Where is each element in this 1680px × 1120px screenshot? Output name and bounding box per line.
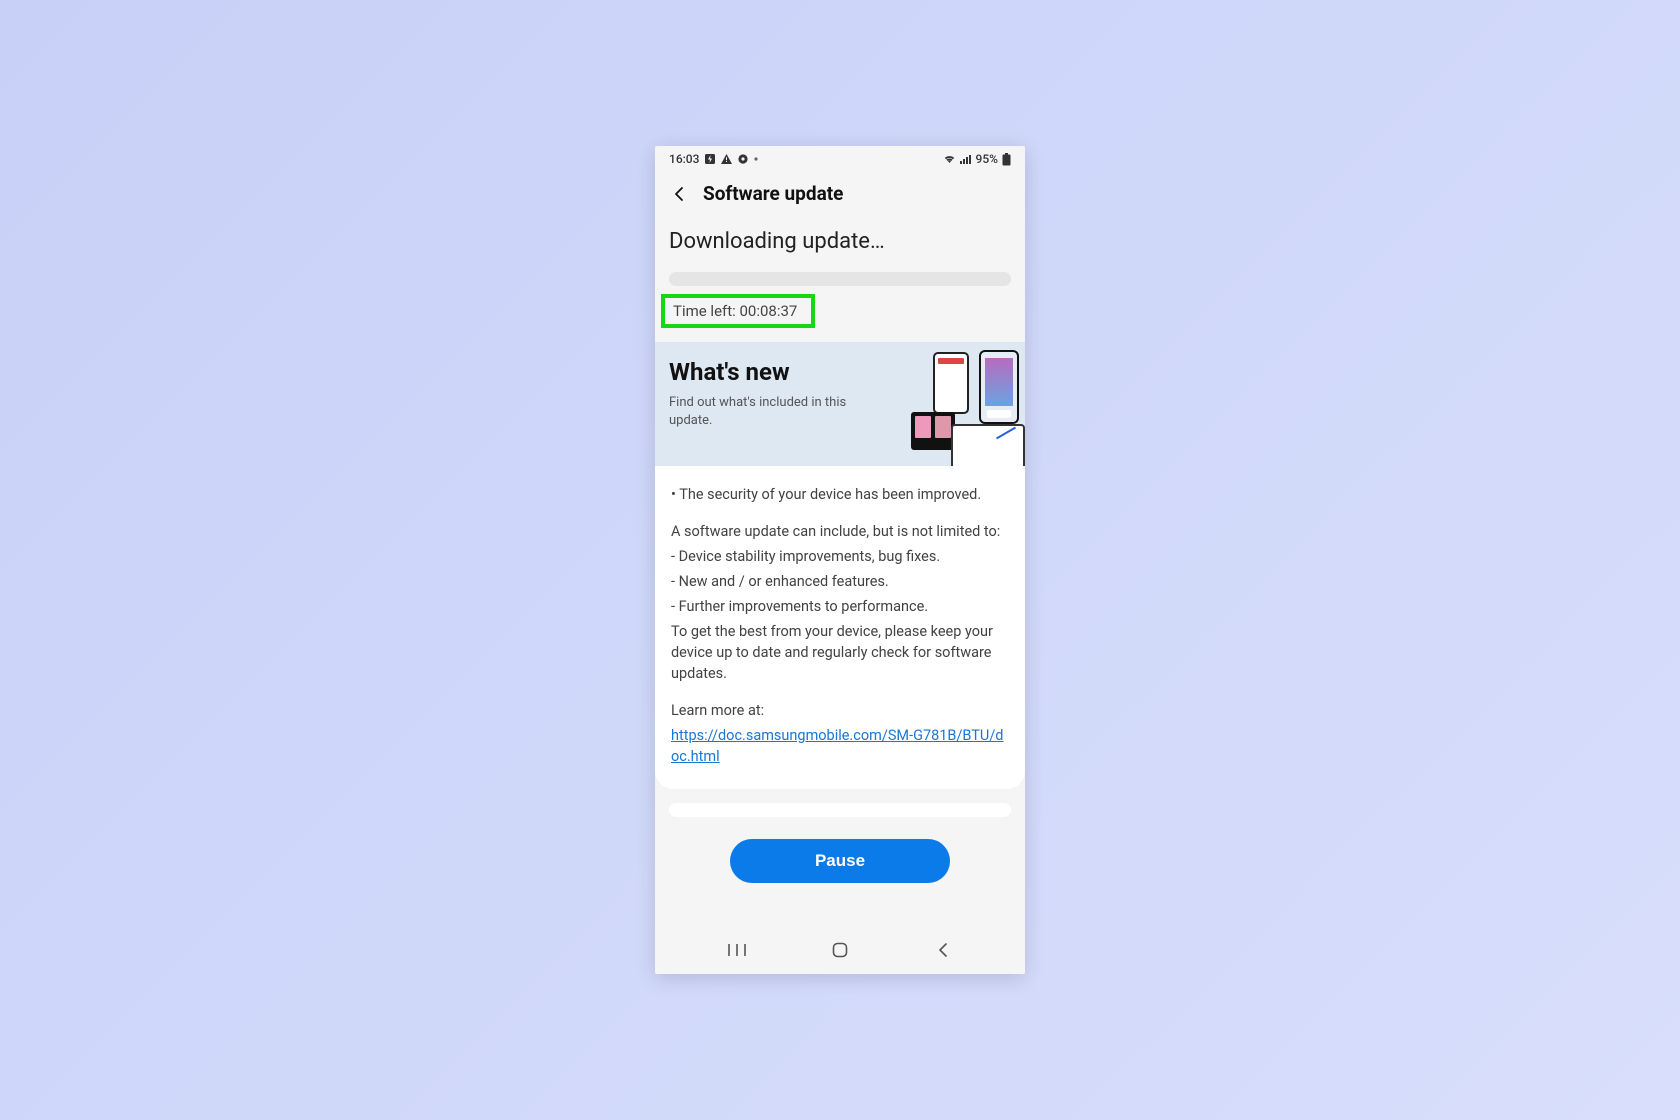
page-title: Software update xyxy=(703,182,843,205)
whats-new-card[interactable]: What's new Find out what's included in t… xyxy=(655,342,1025,466)
phone-frame: 16:03 95% xyxy=(655,146,1025,974)
content-area: Downloading update… Time left: 00:08:37 … xyxy=(655,219,1025,926)
nav-home-button[interactable] xyxy=(829,939,851,961)
download-progress-bar xyxy=(669,272,1011,286)
wifi-icon xyxy=(943,154,956,164)
status-bar: 16:03 95% xyxy=(655,146,1025,172)
device-illustration-foldable xyxy=(911,412,955,450)
battery-icon xyxy=(1002,153,1011,166)
device-illustration-tablet xyxy=(951,424,1025,466)
detail-item-features: - New and / or enhanced features. xyxy=(671,571,1009,592)
status-bar-left: 16:03 xyxy=(669,152,758,166)
detail-intro: A software update can include, but is no… xyxy=(671,521,1009,542)
learn-more-label: Learn more at: xyxy=(671,700,1009,721)
signal-icon xyxy=(960,154,972,164)
learn-more-link[interactable]: https://doc.samsungmobile.com/SM-G781B/B… xyxy=(671,727,1004,765)
warning-icon xyxy=(721,154,732,164)
device-illustration-phone xyxy=(979,350,1019,424)
app-bar: Software update xyxy=(655,172,1025,219)
device-illustration-phone xyxy=(933,352,969,414)
nav-bar xyxy=(655,926,1025,974)
detail-bullet-security: • The security of your device has been i… xyxy=(671,484,1009,505)
dot-icon xyxy=(754,157,758,161)
action-row: Pause xyxy=(655,817,1025,893)
update-details-card: • The security of your device has been i… xyxy=(655,466,1025,789)
detail-outro: To get the best from your device, please… xyxy=(671,621,1009,684)
card-spacer xyxy=(669,803,1011,817)
detail-item-stability: - Device stability improvements, bug fix… xyxy=(671,546,1009,567)
battery-percent: 95% xyxy=(976,152,998,166)
gear-icon xyxy=(738,154,748,164)
whats-new-subtitle: Find out what's included in this update. xyxy=(669,394,849,429)
back-button[interactable] xyxy=(669,184,689,204)
pause-button[interactable]: Pause xyxy=(730,839,950,883)
time-left-label: Time left: 00:08:37 xyxy=(661,294,815,328)
status-bar-right: 95% xyxy=(943,152,1011,166)
status-time: 16:03 xyxy=(669,152,699,166)
download-heading: Downloading update… xyxy=(669,229,1011,254)
nav-back-button[interactable] xyxy=(932,939,954,961)
detail-item-performance: - Further improvements to performance. xyxy=(671,596,1009,617)
time-left-highlight: Time left: 00:08:37 xyxy=(661,294,815,328)
device-illustration xyxy=(875,348,1025,466)
lightning-icon xyxy=(705,154,715,164)
download-section: Downloading update… Time left: 00:08:37 xyxy=(655,219,1025,334)
nav-recent-button[interactable] xyxy=(726,939,748,961)
